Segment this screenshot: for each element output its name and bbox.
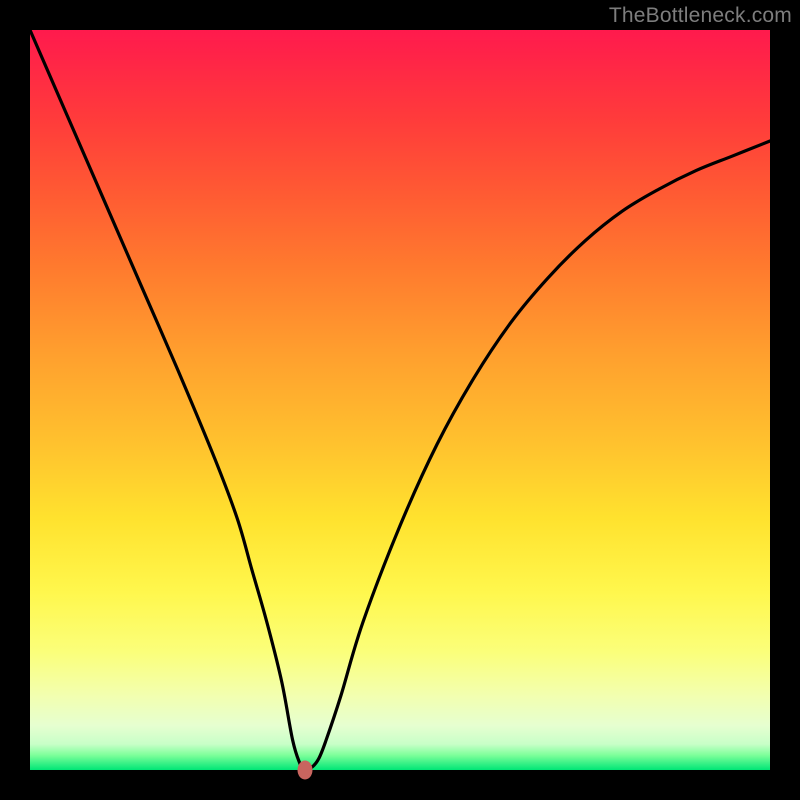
watermark-text: TheBottleneck.com <box>609 4 792 28</box>
plot-area <box>30 30 770 770</box>
bottleneck-curve <box>30 30 770 770</box>
chart-frame: TheBottleneck.com <box>0 0 800 800</box>
optimal-point-marker <box>298 761 313 780</box>
